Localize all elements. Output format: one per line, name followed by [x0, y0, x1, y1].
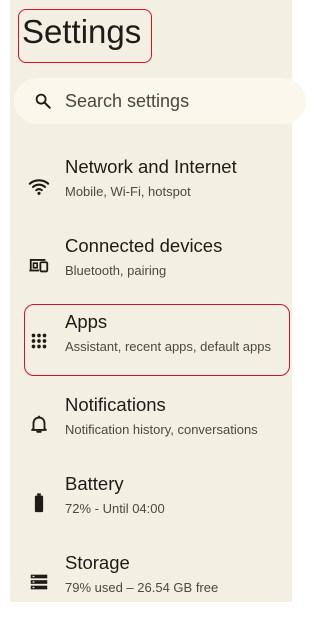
settings-item-storage[interactable]: Storage 79% used – 26.54 GB free — [24, 545, 290, 617]
settings-item-subtitle: 79% used – 26.54 GB free — [65, 580, 219, 595]
devices-icon — [28, 254, 50, 276]
settings-item-title: Network and Internet — [65, 156, 237, 177]
search-placeholder: Search settings — [65, 91, 190, 111]
settings-item-notifications[interactable]: Notifications Notification history, conv… — [24, 387, 290, 459]
bell-icon — [28, 413, 50, 435]
search-icon — [34, 92, 52, 110]
apps-grid-icon — [28, 330, 50, 352]
page-title: Settings — [22, 13, 142, 50]
wifi-icon — [28, 175, 50, 197]
settings-item-network[interactable]: Network and Internet Mobile, Wi-Fi, hots… — [24, 149, 290, 221]
settings-item-subtitle: Mobile, Wi-Fi, hotspot — [65, 184, 191, 199]
storage-icon — [28, 571, 50, 593]
settings-item-battery[interactable]: Battery 72% - Until 04:00 — [24, 466, 290, 538]
settings-item-title: Notifications — [65, 394, 166, 415]
settings-item-subtitle: Notification history, conversations — [65, 422, 258, 437]
settings-item-title: Apps — [65, 311, 108, 332]
settings-item-connected-devices[interactable]: Connected devices Bluetooth, pairing — [24, 228, 290, 300]
battery-icon — [28, 492, 50, 514]
settings-item-title: Storage — [65, 552, 130, 573]
settings-item-apps[interactable]: Apps Assistant, recent apps, default app… — [24, 304, 290, 376]
settings-item-subtitle: 72% - Until 04:00 — [65, 501, 165, 516]
search-bar[interactable]: Search settings — [14, 78, 306, 124]
settings-item-subtitle: Assistant, recent apps, default apps — [65, 339, 271, 354]
settings-item-title: Connected devices — [65, 235, 223, 256]
settings-item-title: Battery — [65, 473, 124, 494]
settings-item-subtitle: Bluetooth, pairing — [65, 263, 167, 278]
